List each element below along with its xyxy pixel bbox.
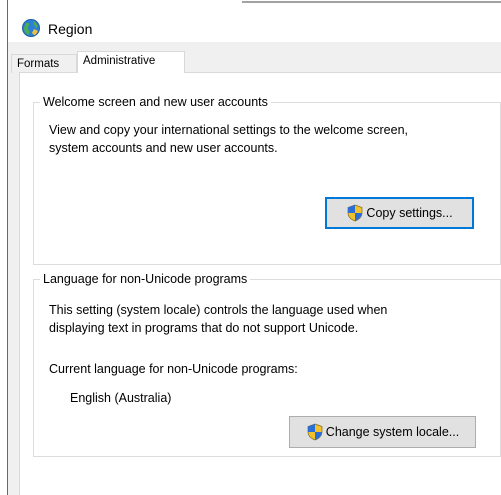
globe-icon — [22, 19, 40, 37]
uac-shield-icon — [348, 204, 363, 222]
background-window-edge — [242, 0, 501, 5]
locale-description-line2: displaying text in programs that do not … — [49, 321, 359, 335]
current-language-value: English (Australia) — [70, 391, 172, 405]
title-bar[interactable]: Region — [8, 8, 501, 42]
tab-formats[interactable]: Formats — [11, 54, 77, 73]
tab-administrative[interactable]: Administrative — [77, 51, 185, 73]
welcome-description-line1: View and copy your international setting… — [49, 123, 408, 137]
window-title: Region — [48, 21, 93, 37]
copy-settings-label: Copy settings... — [366, 206, 453, 220]
welcome-screen-group-title: Welcome screen and new user accounts — [43, 95, 268, 109]
change-system-locale-button[interactable]: Change system locale... — [289, 416, 476, 448]
welcome-screen-group: Welcome screen and new user accounts — [33, 95, 501, 265]
uac-shield-icon — [307, 423, 323, 441]
non-unicode-group-title: Language for non-Unicode programs — [43, 272, 248, 286]
change-system-locale-label: Change system locale... — [325, 425, 460, 439]
welcome-description-line2: system accounts and new user accounts. — [49, 141, 278, 155]
locale-description-line1: This setting (system locale) controls th… — [49, 303, 388, 317]
copy-settings-button[interactable]: Copy settings... — [325, 197, 474, 229]
current-language-label: Current language for non-Unicode program… — [49, 362, 298, 376]
